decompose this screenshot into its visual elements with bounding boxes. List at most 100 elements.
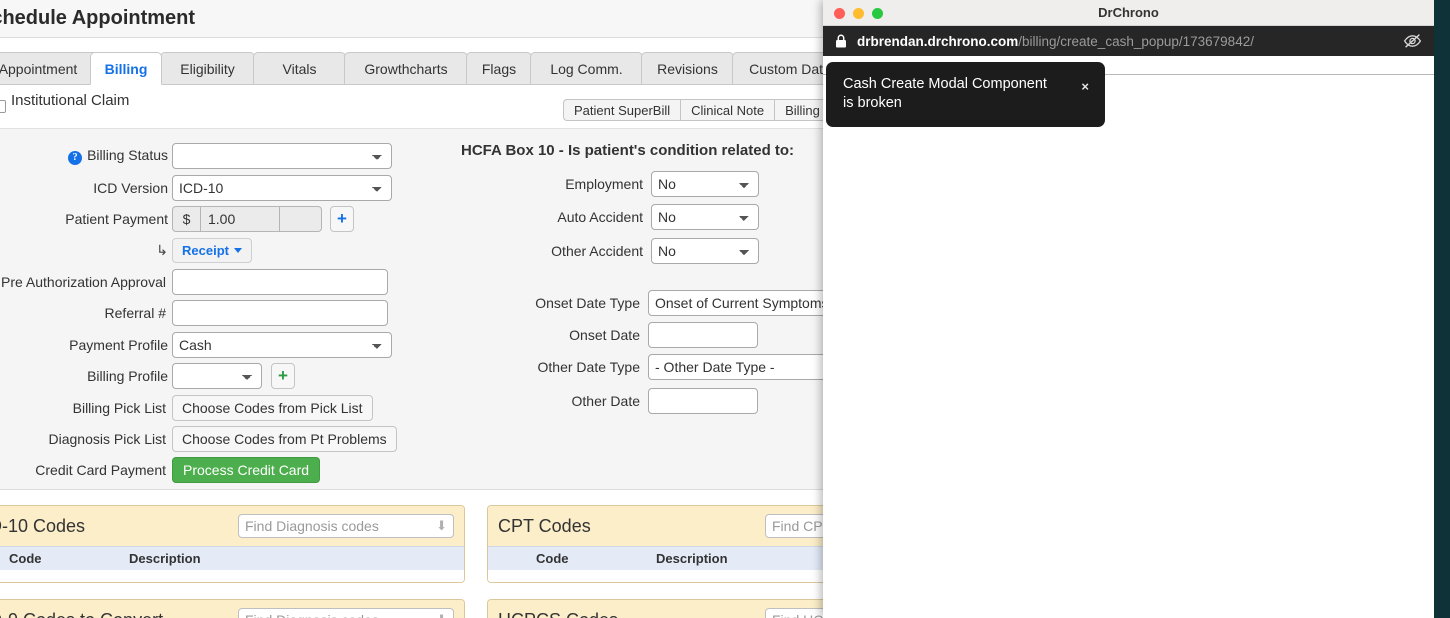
eye-off-icon[interactable] (1403, 33, 1422, 54)
code-search-placeholder: Find Diagnosis codes (245, 518, 379, 534)
other-accident-select[interactable]: No (651, 238, 759, 264)
process-credit-card-button[interactable]: Process Credit Card (172, 457, 321, 483)
currency-symbol: $ (172, 206, 200, 232)
error-toast-notification: Cash Create Modal Component is broken × (826, 62, 1105, 127)
payment-profile-select[interactable]: Cash (172, 332, 392, 358)
tab-log-comm[interactable]: Log Comm. (530, 52, 643, 85)
employment-select[interactable]: No (651, 171, 759, 197)
icd-version-label: ICD Version (93, 180, 168, 196)
code-panel: ICD-10 Codes Find Diagnosis codes ⬇ Code Des… (0, 505, 465, 583)
arrow-down-icon: ⬇ (436, 612, 447, 618)
field-patient-payment: Patient Payment $ 1.00 + (0, 206, 354, 232)
tab-label: Eligibility (180, 60, 235, 77)
tab-label: Appointment (0, 60, 78, 77)
tab-label: Growthcharts (364, 60, 448, 77)
billing-status-select[interactable] (172, 143, 392, 169)
other-date-input[interactable] (648, 388, 758, 414)
column-header-description: Description (656, 551, 728, 566)
auto-accident-label: Auto Accident (557, 209, 643, 225)
code-table-header-row: Code Description (0, 546, 464, 570)
code-panel-title: HCPCS Codes (498, 610, 618, 618)
credit-card-payment-label: Credit Card Payment (35, 462, 166, 478)
payment-profile-label: Payment Profile (69, 337, 168, 353)
hcfa-box-10-title: HCFA Box 10 - Is patient's condition rel… (461, 142, 795, 159)
billing-status-label: ? Billing Status (0, 147, 168, 165)
code-panel-title: ICD-9 Codes to Convert (0, 610, 163, 618)
desktop-right-edge-strip (1434, 0, 1450, 618)
tab-label: Billing (104, 60, 148, 77)
patient-payment-label: Patient Payment (65, 211, 168, 227)
choose-codes-from-pt-problems-button[interactable]: Choose Codes from Pt Problems (172, 426, 397, 452)
tab-vitals[interactable]: Vitals (253, 52, 346, 85)
pre-authorization-input[interactable] (172, 269, 388, 295)
choose-codes-from-pick-list-button[interactable]: Choose Codes from Pick List (172, 395, 373, 421)
code-search-placeholder: Find Diagnosis codes (245, 612, 379, 618)
add-billing-profile-button[interactable]: + (271, 363, 295, 389)
browser-window-title: DrChrono (1098, 5, 1159, 20)
code-panel-title: ICD-10 Codes (0, 515, 86, 536)
field-icd-version: ICD Version ICD-10 (0, 175, 392, 201)
code-panel-header: ICD-9 Codes to Convert Find Diagnosis cod… (0, 600, 464, 618)
onset-date-input[interactable] (648, 322, 758, 348)
billing-profile-label: Billing Profile (87, 368, 168, 384)
url-host: drbrendan.drchrono.com (857, 33, 1019, 49)
receipt-label: Receipt (182, 243, 229, 258)
field-credit-card-payment: Credit Card Payment Process Credit Card (0, 457, 321, 483)
field-pre-authorization-approval: Pre Authorization Approval (0, 269, 388, 295)
patient-payment-amount-input[interactable]: 1.00 (200, 206, 280, 232)
institutional-claim-label: Institutional Claim (11, 92, 130, 109)
field-billing-profile: Billing Profile + (0, 363, 295, 389)
column-header-code: Code (536, 551, 569, 566)
field-employment: Employment No (440, 171, 759, 197)
auto-accident-select[interactable]: No (651, 204, 759, 230)
institutional-claim-checkbox[interactable] (0, 100, 6, 113)
referral-number-label: Referral # (104, 305, 166, 321)
code-panel-header: ICD-10 Codes Find Diagnosis codes ⬇ (0, 506, 464, 546)
browser-url-bar[interactable]: drbrendan.drchrono.com/billing/create_ca… (823, 26, 1434, 56)
other-date-type-label: Other Date Type (537, 359, 640, 375)
tab-label: Flags (481, 60, 517, 77)
tab-revisions[interactable]: Revisions (641, 52, 734, 85)
code-search-input[interactable]: Find Diagnosis codes ⬇ (238, 514, 454, 538)
add-patient-payment-button[interactable]: + (330, 206, 354, 232)
other-accident-label: Other Accident (551, 243, 643, 259)
tab-growthcharts[interactable]: Growthcharts (344, 52, 468, 85)
field-payment-profile: Payment Profile Cash (0, 332, 392, 358)
icd-version-select[interactable]: ICD-10 (172, 175, 392, 201)
clinical-note-button[interactable]: Clinical Note (680, 99, 775, 121)
column-header-code: Code (9, 551, 42, 566)
billing-profile-select[interactable] (172, 363, 262, 389)
code-search-input[interactable]: Find Diagnosis codes ⬇ (238, 608, 454, 618)
browser-title-bar: DrChrono (823, 0, 1434, 26)
referral-number-input[interactable] (172, 300, 388, 326)
patient-payment-suffix (280, 206, 322, 232)
field-other-accident: Other Accident No (440, 238, 759, 264)
tab-label: Custom Data (749, 60, 831, 77)
tab-label: Vitals (282, 60, 317, 77)
pre-authorization-label: Pre Authorization Approval (1, 274, 166, 290)
tab-flags[interactable]: Flags (466, 52, 532, 85)
billing-pick-list-label: Billing Pick List (72, 400, 166, 416)
code-panel: ICD-9 Codes to Convert Find Diagnosis cod… (0, 599, 465, 618)
patient-superbill-button[interactable]: Patient SuperBill (563, 99, 681, 121)
field-billing-pick-list: Billing Pick List Choose Codes from Pick… (0, 395, 373, 421)
browser-viewport: Cash Create Modal Component is broken × (823, 57, 1434, 618)
onset-date-label: Onset Date (569, 327, 640, 343)
employment-label: Employment (565, 176, 643, 192)
tab-eligibility[interactable]: Eligibility (160, 52, 255, 85)
close-icon[interactable]: × (1081, 80, 1089, 93)
other-date-label: Other Date (571, 393, 640, 409)
help-icon[interactable]: ? (68, 151, 83, 165)
tab-billing[interactable]: Billing (90, 52, 162, 85)
tab-label: Log Comm. (550, 60, 623, 77)
code-table-body (0, 570, 464, 582)
url-path: /billing/create_cash_popup/173679842/ (1018, 33, 1254, 49)
field-billing-status: ? Billing Status (0, 143, 392, 169)
receipt-dropdown-button[interactable]: Receipt (172, 238, 252, 263)
field-diagnosis-pick-list: Diagnosis Pick List Choose Codes from Pt… (0, 426, 397, 452)
tab-label: Revisions (657, 60, 718, 77)
column-header-description: Description (129, 551, 201, 566)
field-other-date: Other Date (440, 388, 758, 414)
code-panel-title: CPT Codes (498, 515, 591, 536)
onset-date-type-label: Onset Date Type (535, 295, 640, 311)
